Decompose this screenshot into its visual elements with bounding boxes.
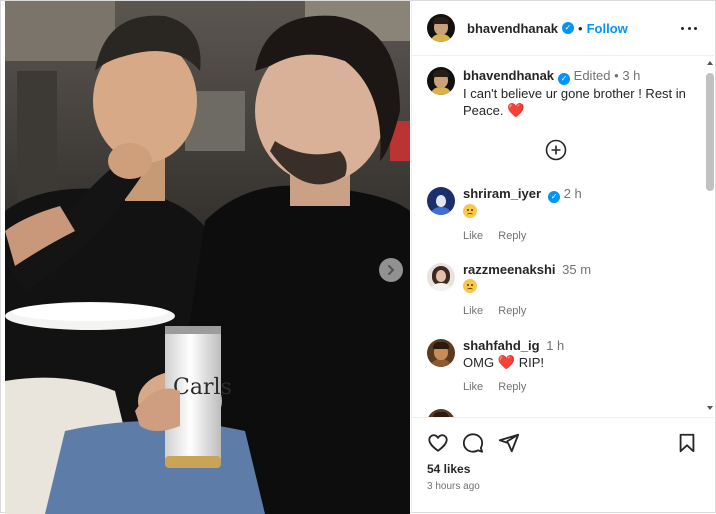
heart-emoji: ❤️ bbox=[497, 354, 516, 370]
commenter-avatar[interactable] bbox=[427, 409, 455, 417]
comment-bubble-icon[interactable] bbox=[462, 432, 484, 454]
comment-text: OMG bbox=[463, 355, 495, 370]
svg-text:Carls: Carls bbox=[173, 375, 232, 400]
paper-plane-icon[interactable] bbox=[498, 432, 520, 454]
commenter-avatar[interactable] bbox=[427, 263, 455, 291]
caption-avatar[interactable] bbox=[427, 67, 455, 95]
commenter-username[interactable]: razzmeenakshi bbox=[463, 262, 556, 277]
comment-text: RIP! bbox=[518, 355, 545, 370]
bookmark-icon[interactable] bbox=[676, 432, 698, 454]
reply-button[interactable]: Reply bbox=[498, 381, 526, 393]
like-comment-button[interactable]: Like bbox=[463, 381, 483, 393]
reply-button[interactable]: Reply bbox=[498, 230, 526, 242]
edited-label: Edited bbox=[573, 68, 611, 83]
caption-time[interactable]: 3 h bbox=[622, 68, 640, 83]
post-dialog: Carls bhavendhanak ✓ • Follow bhavendhan… bbox=[0, 0, 716, 514]
post-photo[interactable]: Carls bbox=[5, 1, 410, 514]
scroll-down-arrow-icon[interactable] bbox=[707, 406, 713, 410]
comments-scrollbar[interactable] bbox=[705, 57, 715, 417]
add-circle-icon[interactable] bbox=[545, 139, 567, 161]
commenter-username[interactable]: shahfahd_ig bbox=[463, 338, 540, 353]
heart-outline-icon[interactable] bbox=[427, 432, 449, 454]
post-timestamp[interactable]: 3 hours ago bbox=[427, 481, 480, 492]
comment-time[interactable]: 35 m bbox=[562, 262, 591, 277]
likes-count[interactable]: 54 likes bbox=[427, 462, 470, 476]
post-details-panel: bhavendhanak ✓ • Follow bhavendhanak ✓ Ed… bbox=[411, 1, 716, 514]
comments-list[interactable]: bhavendhanak ✓ Edited • 3 h I can't belie… bbox=[412, 57, 716, 417]
verified-badge-icon: ✓ bbox=[548, 191, 561, 203]
next-photo-button[interactable] bbox=[379, 258, 403, 282]
header-separator: • bbox=[578, 20, 583, 36]
chevron-right-icon bbox=[388, 265, 394, 275]
comment-time[interactable]: 2 h bbox=[564, 186, 582, 201]
caption-separator: • bbox=[614, 68, 619, 83]
more-options-icon[interactable] bbox=[681, 20, 697, 36]
sad-face-emoji bbox=[463, 279, 477, 293]
sad-face-emoji bbox=[463, 204, 477, 218]
commenter-avatar[interactable] bbox=[427, 187, 455, 215]
commenter-avatar[interactable] bbox=[427, 339, 455, 367]
verified-badge-icon: ✓ bbox=[558, 73, 571, 85]
caption-username[interactable]: bhavendhanak bbox=[463, 68, 554, 83]
heart-emoji: ❤️ bbox=[507, 102, 525, 118]
like-comment-button[interactable]: Like bbox=[463, 305, 483, 317]
scroll-thumb[interactable] bbox=[706, 73, 714, 191]
post-footer: 54 likes 3 hours ago bbox=[412, 417, 716, 514]
author-username[interactable]: bhavendhanak bbox=[467, 21, 558, 36]
follow-button[interactable]: Follow bbox=[587, 21, 628, 36]
like-comment-button[interactable]: Like bbox=[463, 230, 483, 242]
reply-button[interactable]: Reply bbox=[498, 305, 526, 317]
scroll-up-arrow-icon[interactable] bbox=[707, 61, 713, 65]
comment-time[interactable]: 1 h bbox=[546, 338, 564, 353]
post-header: bhavendhanak ✓ • Follow bbox=[412, 1, 716, 56]
commenter-username[interactable]: shriram_iyer bbox=[463, 186, 541, 201]
author-avatar[interactable] bbox=[427, 14, 455, 42]
verified-badge-icon: ✓ bbox=[562, 22, 575, 34]
caption-text: I can't believe ur gone brother ! Rest i… bbox=[463, 86, 686, 118]
photo-illustration: Carls bbox=[5, 1, 410, 514]
